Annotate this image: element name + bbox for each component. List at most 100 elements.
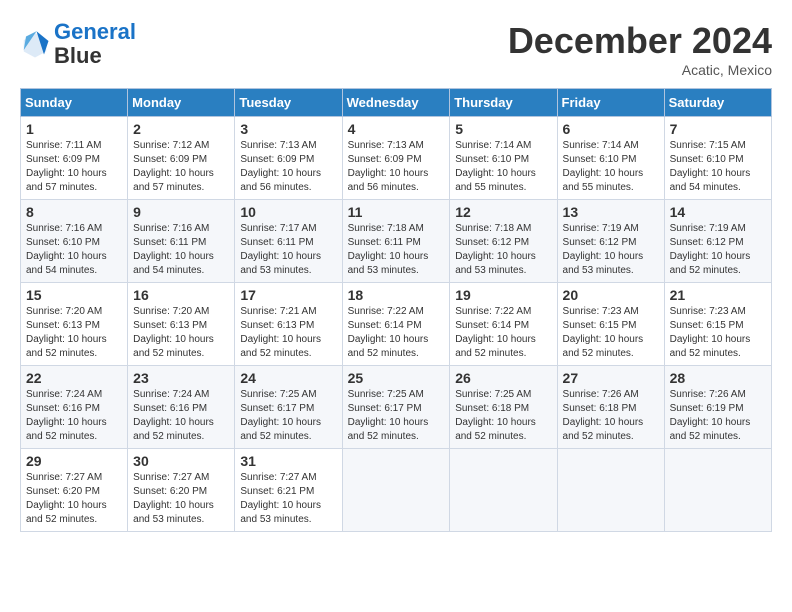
day-info: Sunrise: 7:22 AM Sunset: 6:14 PM Dayligh… bbox=[348, 305, 445, 361]
day-number: 4 bbox=[348, 121, 445, 137]
calendar-week-row: 22 Sunrise: 7:24 AM Sunset: 6:16 PM Dayli… bbox=[21, 366, 772, 449]
day-number: 19 bbox=[455, 287, 551, 303]
column-header-wednesday: Wednesday bbox=[342, 89, 450, 117]
day-number: 26 bbox=[455, 370, 551, 386]
calendar-week-row: 1Sunrise: 7:11 AM Sunset: 6:09 PM Daylig… bbox=[21, 117, 772, 200]
day-number: 24 bbox=[240, 370, 336, 386]
page-header: General Blue December 2024 Acatic, Mexic… bbox=[20, 20, 772, 78]
day-info: Sunrise: 7:19 AM Sunset: 6:12 PM Dayligh… bbox=[670, 222, 766, 278]
day-number: 21 bbox=[670, 287, 766, 303]
day-info: Sunrise: 7:18 AM Sunset: 6:12 PM Dayligh… bbox=[455, 222, 551, 278]
day-number: 7 bbox=[670, 121, 766, 137]
day-info: Sunrise: 7:25 AM Sunset: 6:17 PM Dayligh… bbox=[348, 388, 445, 444]
day-info: Sunrise: 7:24 AM Sunset: 6:16 PM Dayligh… bbox=[26, 388, 122, 444]
day-info: Sunrise: 7:20 AM Sunset: 6:13 PM Dayligh… bbox=[133, 305, 229, 361]
day-number: 29 bbox=[26, 453, 122, 469]
calendar-cell: 12 Sunrise: 7:18 AM Sunset: 6:12 PM Dayli… bbox=[450, 200, 557, 283]
calendar-cell: 8Sunrise: 7:16 AM Sunset: 6:10 PM Daylig… bbox=[21, 200, 128, 283]
calendar-cell bbox=[342, 449, 450, 532]
calendar-cell: 15Sunrise: 7:20 AM Sunset: 6:13 PM Dayli… bbox=[21, 283, 128, 366]
calendar-cell: 10Sunrise: 7:17 AM Sunset: 6:11 PM Dayli… bbox=[235, 200, 342, 283]
calendar-cell bbox=[450, 449, 557, 532]
calendar-cell: 29 Sunrise: 7:27 AM Sunset: 6:20 PM Dayli… bbox=[21, 449, 128, 532]
calendar-cell: 19 Sunrise: 7:22 AM Sunset: 6:14 PM Dayli… bbox=[450, 283, 557, 366]
calendar-cell: 1Sunrise: 7:11 AM Sunset: 6:09 PM Daylig… bbox=[21, 117, 128, 200]
column-header-tuesday: Tuesday bbox=[235, 89, 342, 117]
day-info: Sunrise: 7:24 AM Sunset: 6:16 PM Dayligh… bbox=[133, 388, 229, 444]
day-info: Sunrise: 7:13 AM Sunset: 6:09 PM Dayligh… bbox=[240, 139, 336, 195]
day-info: Sunrise: 7:23 AM Sunset: 6:15 PM Dayligh… bbox=[563, 305, 659, 361]
title-block: December 2024 Acatic, Mexico bbox=[508, 20, 772, 78]
day-info: Sunrise: 7:12 AM Sunset: 6:09 PM Dayligh… bbox=[133, 139, 229, 195]
logo-text: General Blue bbox=[54, 20, 136, 68]
calendar-table: SundayMondayTuesdayWednesdayThursdayFrid… bbox=[20, 88, 772, 532]
day-info: Sunrise: 7:18 AM Sunset: 6:11 PM Dayligh… bbox=[348, 222, 445, 278]
day-number: 23 bbox=[133, 370, 229, 386]
calendar-cell: 27 Sunrise: 7:26 AM Sunset: 6:18 PM Dayli… bbox=[557, 366, 664, 449]
month-title: December 2024 bbox=[508, 20, 772, 62]
day-number: 14 bbox=[670, 204, 766, 220]
calendar-cell: 3 Sunrise: 7:13 AM Sunset: 6:09 PM Daylig… bbox=[235, 117, 342, 200]
calendar-cell: 14 Sunrise: 7:19 AM Sunset: 6:12 PM Dayli… bbox=[664, 200, 771, 283]
day-number: 27 bbox=[563, 370, 659, 386]
calendar-week-row: 15 Sunrise: 7:20 AM Sunset: 6:13 PM Dayli… bbox=[21, 283, 772, 366]
day-info: Sunrise: 7:27 AM Sunset: 6:20 PM Dayligh… bbox=[133, 471, 229, 527]
calendar-cell: 4 Sunrise: 7:13 AM Sunset: 6:09 PM Daylig… bbox=[342, 117, 450, 200]
calendar-cell: 5 Sunrise: 7:14 AM Sunset: 6:10 PM Daylig… bbox=[450, 117, 557, 200]
calendar-cell bbox=[557, 449, 664, 532]
calendar-cell: 7 Sunrise: 7:15 AM Sunset: 6:10 PM Daylig… bbox=[664, 117, 771, 200]
calendar-cell: 30 Sunrise: 7:27 AM Sunset: 6:20 PM Dayli… bbox=[128, 449, 235, 532]
day-info: Sunrise: 7:14 AM Sunset: 6:10 PM Dayligh… bbox=[563, 139, 659, 195]
calendar-cell: 31 Sunrise: 7:27 AM Sunset: 6:21 PM Dayli… bbox=[235, 449, 342, 532]
calendar-cell: 20 Sunrise: 7:23 AM Sunset: 6:15 PM Dayli… bbox=[557, 283, 664, 366]
column-header-monday: Monday bbox=[128, 89, 235, 117]
day-info: Sunrise: 7:26 AM Sunset: 6:18 PM Dayligh… bbox=[563, 388, 659, 444]
calendar-cell: 13 Sunrise: 7:19 AM Sunset: 6:12 PM Dayli… bbox=[557, 200, 664, 283]
day-number: 13 bbox=[563, 204, 659, 220]
day-number: 5 bbox=[455, 121, 551, 137]
day-info: Sunrise: 7:15 AM Sunset: 6:10 PM Dayligh… bbox=[670, 139, 766, 195]
day-info: Sunrise: 7:25 AM Sunset: 6:17 PM Dayligh… bbox=[240, 388, 336, 444]
calendar-cell: 26 Sunrise: 7:25 AM Sunset: 6:18 PM Dayli… bbox=[450, 366, 557, 449]
day-info: Sunrise: 7:26 AM Sunset: 6:19 PM Dayligh… bbox=[670, 388, 766, 444]
calendar-cell: 18Sunrise: 7:22 AM Sunset: 6:14 PM Dayli… bbox=[342, 283, 450, 366]
location: Acatic, Mexico bbox=[508, 62, 772, 78]
day-number: 17 bbox=[240, 287, 336, 303]
day-info: Sunrise: 7:23 AM Sunset: 6:15 PM Dayligh… bbox=[670, 305, 766, 361]
day-info: Sunrise: 7:22 AM Sunset: 6:14 PM Dayligh… bbox=[455, 305, 551, 361]
calendar-header-row: SundayMondayTuesdayWednesdayThursdayFrid… bbox=[21, 89, 772, 117]
day-info: Sunrise: 7:13 AM Sunset: 6:09 PM Dayligh… bbox=[348, 139, 445, 195]
day-number: 22 bbox=[26, 370, 122, 386]
calendar-cell: 23 Sunrise: 7:24 AM Sunset: 6:16 PM Dayli… bbox=[128, 366, 235, 449]
calendar-week-row: 29 Sunrise: 7:27 AM Sunset: 6:20 PM Dayli… bbox=[21, 449, 772, 532]
day-info: Sunrise: 7:14 AM Sunset: 6:10 PM Dayligh… bbox=[455, 139, 551, 195]
calendar-cell: 17Sunrise: 7:21 AM Sunset: 6:13 PM Dayli… bbox=[235, 283, 342, 366]
calendar-cell: 2 Sunrise: 7:12 AM Sunset: 6:09 PM Daylig… bbox=[128, 117, 235, 200]
day-number: 3 bbox=[240, 121, 336, 137]
day-number: 25 bbox=[348, 370, 445, 386]
calendar-cell: 16Sunrise: 7:20 AM Sunset: 6:13 PM Dayli… bbox=[128, 283, 235, 366]
calendar-cell: 24 Sunrise: 7:25 AM Sunset: 6:17 PM Dayli… bbox=[235, 366, 342, 449]
day-number: 15 bbox=[26, 287, 122, 303]
day-number: 6 bbox=[563, 121, 659, 137]
day-info: Sunrise: 7:16 AM Sunset: 6:10 PM Dayligh… bbox=[26, 222, 122, 278]
column-header-sunday: Sunday bbox=[21, 89, 128, 117]
calendar-cell: 9Sunrise: 7:16 AM Sunset: 6:11 PM Daylig… bbox=[128, 200, 235, 283]
column-header-friday: Friday bbox=[557, 89, 664, 117]
day-info: Sunrise: 7:19 AM Sunset: 6:12 PM Dayligh… bbox=[563, 222, 659, 278]
calendar-cell: 28Sunrise: 7:26 AM Sunset: 6:19 PM Dayli… bbox=[664, 366, 771, 449]
calendar-cell: 11Sunrise: 7:18 AM Sunset: 6:11 PM Dayli… bbox=[342, 200, 450, 283]
day-info: Sunrise: 7:27 AM Sunset: 6:20 PM Dayligh… bbox=[26, 471, 122, 527]
day-info: Sunrise: 7:27 AM Sunset: 6:21 PM Dayligh… bbox=[240, 471, 336, 527]
day-info: Sunrise: 7:17 AM Sunset: 6:11 PM Dayligh… bbox=[240, 222, 336, 278]
day-number: 12 bbox=[455, 204, 551, 220]
day-number: 31 bbox=[240, 453, 336, 469]
day-info: Sunrise: 7:25 AM Sunset: 6:18 PM Dayligh… bbox=[455, 388, 551, 444]
column-header-thursday: Thursday bbox=[450, 89, 557, 117]
day-number: 30 bbox=[133, 453, 229, 469]
calendar-cell: 21 Sunrise: 7:23 AM Sunset: 6:15 PM Dayli… bbox=[664, 283, 771, 366]
day-number: 2 bbox=[133, 121, 229, 137]
column-header-saturday: Saturday bbox=[664, 89, 771, 117]
calendar-cell bbox=[664, 449, 771, 532]
day-number: 20 bbox=[563, 287, 659, 303]
